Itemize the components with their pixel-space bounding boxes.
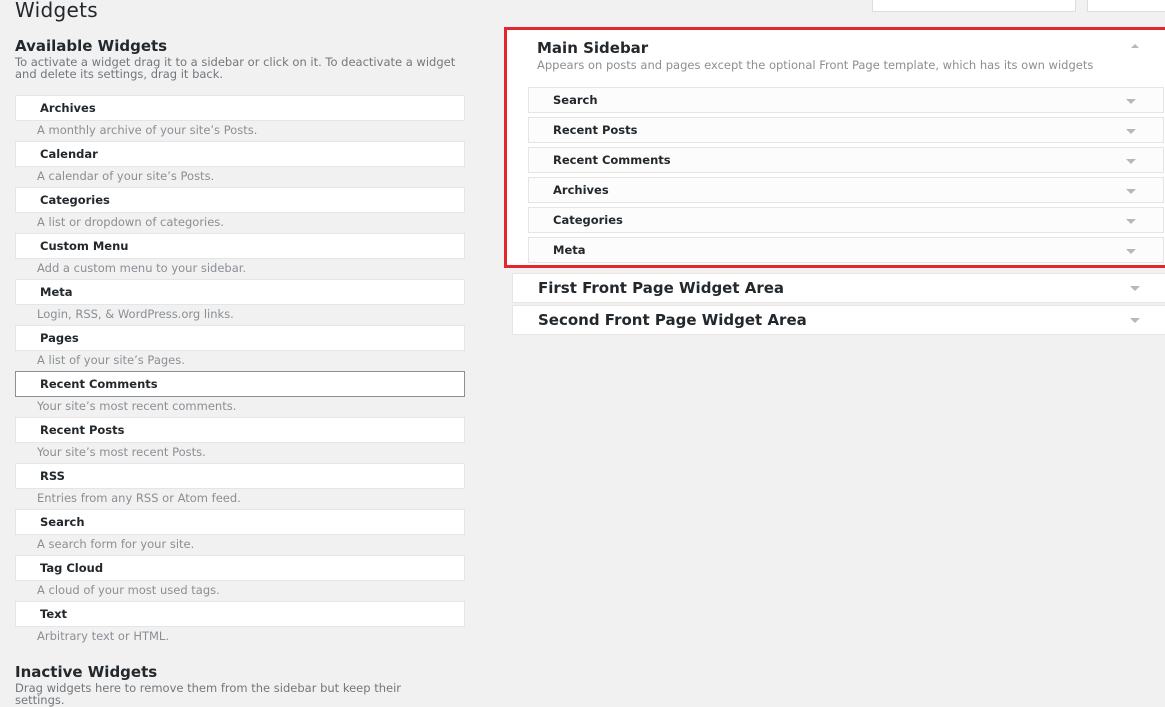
sidebar-widget-categories[interactable]: Categories	[528, 207, 1164, 233]
expand-arrow-icon[interactable]	[1130, 318, 1140, 323]
available-widgets-list: Archives A monthly archive of your site’…	[15, 95, 465, 647]
widget-description: Arbitrary text or HTML.	[37, 629, 169, 643]
sidebar-widget-recent-posts[interactable]: Recent Posts	[528, 117, 1164, 143]
expand-arrow-icon[interactable]	[1130, 286, 1140, 291]
widget-description: A list or dropdown of categories.	[37, 215, 224, 229]
widget-text[interactable]: Text	[15, 601, 465, 627]
expand-arrow-icon[interactable]	[1126, 159, 1136, 164]
widget-area-title: First Front Page Widget Area	[538, 279, 785, 297]
sidebar-widget-label: Search	[553, 93, 598, 107]
page-title: Widgets	[15, 0, 98, 22]
expand-arrow-icon[interactable]	[1126, 249, 1136, 254]
main-sidebar-widget-list: Search Recent Posts Recent Comments Arch…	[528, 87, 1164, 267]
sidebar-widget-label: Meta	[553, 243, 586, 257]
expand-arrow-icon[interactable]	[1126, 219, 1136, 224]
sidebar-widget-label: Archives	[553, 183, 609, 197]
widget-archives[interactable]: Archives	[15, 95, 465, 121]
widget-description: A monthly archive of your site’s Posts.	[37, 123, 258, 137]
help-button[interactable]	[1087, 0, 1165, 12]
sidebar-widget-search[interactable]: Search	[528, 87, 1164, 113]
sidebar-widget-label: Recent Comments	[553, 153, 671, 167]
widget-description: Entries from any RSS or Atom feed.	[37, 491, 241, 505]
expand-arrow-icon[interactable]	[1126, 129, 1136, 134]
main-sidebar-area[interactable]: Main Sidebar Appears on posts and pages …	[504, 27, 1165, 268]
expand-arrow-icon[interactable]	[1126, 189, 1136, 194]
widget-description: A list of your site’s Pages.	[37, 353, 185, 367]
widget-description: A calendar of your site’s Posts.	[37, 169, 215, 183]
widget-recent-comments[interactable]: Recent Comments	[15, 371, 465, 397]
widget-categories[interactable]: Categories	[15, 187, 465, 213]
second-front-page-widget-area[interactable]: Second Front Page Widget Area	[512, 305, 1165, 335]
widget-search[interactable]: Search	[15, 509, 465, 535]
widget-recent-posts[interactable]: Recent Posts	[15, 417, 465, 443]
widget-calendar[interactable]: Calendar	[15, 141, 465, 167]
widget-description: Add a custom menu to your sidebar.	[37, 261, 247, 275]
inactive-widgets-description: Drag widgets here to remove them from th…	[15, 681, 401, 707]
widget-meta[interactable]: Meta	[15, 279, 465, 305]
widget-description: Login, RSS, & WordPress.org links.	[37, 307, 234, 321]
widget-custom-menu[interactable]: Custom Menu	[15, 233, 465, 259]
widget-pages[interactable]: Pages	[15, 325, 465, 351]
first-front-page-widget-area[interactable]: First Front Page Widget Area	[512, 273, 1165, 303]
sidebar-widget-label: Recent Posts	[553, 123, 638, 137]
widget-tag-cloud[interactable]: Tag Cloud	[15, 555, 465, 581]
widget-description: Your site’s most recent Posts.	[37, 445, 206, 459]
expand-arrow-icon[interactable]	[1126, 99, 1136, 104]
collapse-arrow-icon[interactable]	[1131, 44, 1139, 48]
widget-description: A search form for your site.	[37, 537, 195, 551]
main-sidebar-title[interactable]: Main Sidebar	[537, 39, 648, 57]
inactive-widgets-area[interactable]: Inactive Widgets Drag widgets here to re…	[15, 663, 465, 706]
widget-rss[interactable]: RSS	[15, 463, 465, 489]
sidebar-widget-meta[interactable]: Meta	[528, 237, 1164, 263]
main-sidebar-description: Appears on posts and pages except the op…	[537, 58, 1094, 72]
screen-options-button[interactable]	[872, 0, 1076, 12]
available-widgets-header: Available Widgets To activate a widget d…	[15, 37, 465, 80]
available-widgets-description: To activate a widget drag it to a sideba…	[15, 55, 456, 81]
widget-area-title: Second Front Page Widget Area	[538, 311, 807, 329]
widget-description: Your site’s most recent comments.	[37, 399, 237, 413]
available-widgets-heading: Available Widgets	[15, 37, 168, 55]
sidebar-widget-label: Categories	[553, 213, 623, 227]
widget-description: A cloud of your most used tags.	[37, 583, 220, 597]
inactive-widgets-heading: Inactive Widgets	[15, 663, 158, 681]
sidebar-widget-archives[interactable]: Archives	[528, 177, 1164, 203]
sidebar-widget-recent-comments[interactable]: Recent Comments	[528, 147, 1164, 173]
